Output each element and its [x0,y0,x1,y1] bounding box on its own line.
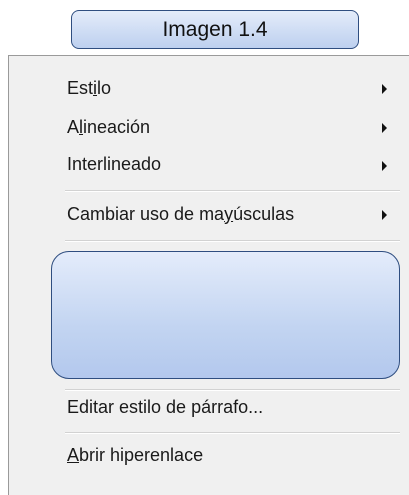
menu-item-label: úsculas [233,203,295,224]
menu-item-label: lo [97,77,112,98]
menu-item-alineacion[interactable]: Alineación [67,113,150,141]
menu-separator [65,240,400,242]
menu-item-label: Cambiar uso de ma [67,203,225,224]
menu-item-cambiar-mayusculas[interactable]: Cambiar uso de mayúsculas [67,200,294,228]
menu-item-access-key: y [224,203,234,224]
menu-item-interlineado[interactable]: Interlineado [67,150,161,178]
image-caption-label: Imagen 1.4 [71,10,359,49]
menu-item-label: ineación [83,116,151,137]
menu-item-editar-estilo-parrafo[interactable]: Editar estilo de párrafo... [67,393,263,421]
menu-item-label: A [67,116,80,137]
submenu-arrow-icon [382,123,387,133]
menu-separator [65,432,400,434]
submenu-arrow-icon [382,84,387,94]
caption-text: Imagen 1.4 [162,17,268,41]
menu-item-label: Est [67,77,94,98]
submenu-arrow-icon [382,161,387,171]
submenu-arrow-icon [382,210,387,220]
menu-item-label: brir hiperenlace [79,444,204,465]
highlight-box [51,251,400,379]
menu-item-abrir-hiperenlace[interactable]: Abrir hiperenlace [67,441,203,469]
menu-separator [65,389,400,391]
menu-separator [65,190,400,192]
menu-item-access-key: A [67,444,80,465]
menu-item-label: Interlineado [67,153,162,174]
menu-item-label: Editar estilo de párrafo... [67,396,264,417]
menu-item-estilo[interactable]: Estilo [67,74,111,102]
